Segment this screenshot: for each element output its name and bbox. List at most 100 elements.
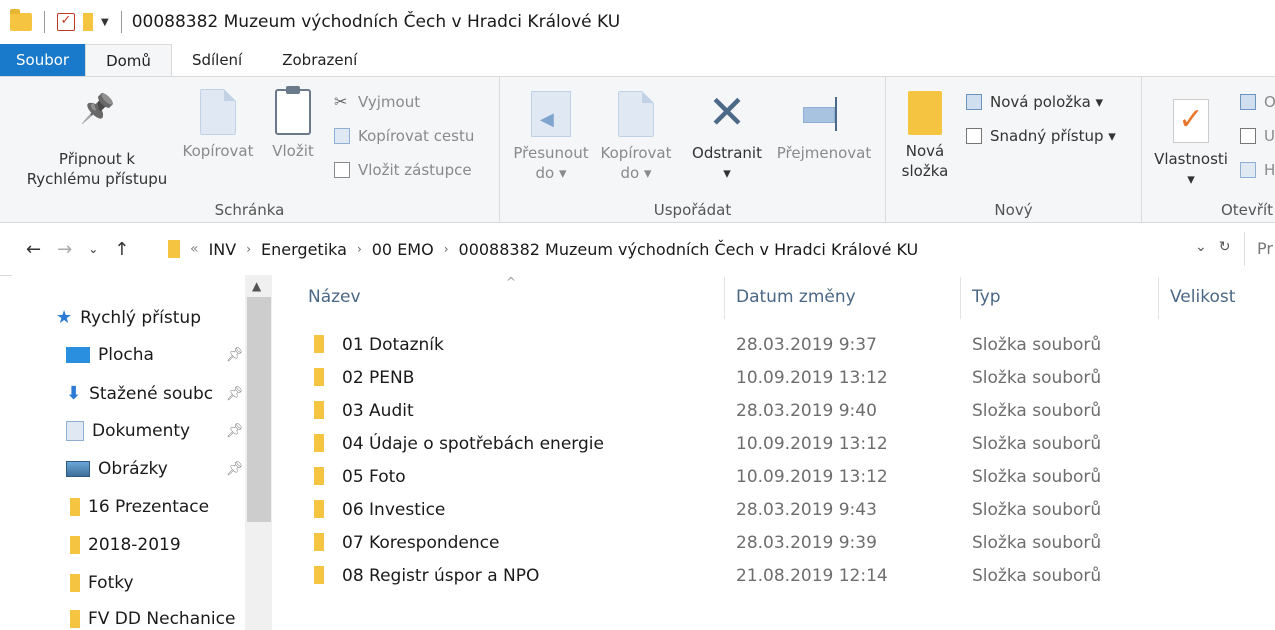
column-divider[interactable] xyxy=(724,277,725,319)
sidebar-item-quick-access[interactable]: ★ Rychlý přístup xyxy=(56,307,201,328)
copy-to-button[interactable]: Kopírovat do ▾ xyxy=(594,91,678,183)
table-row[interactable]: 07 Korespondence 28.03.2019 9:39 Složka … xyxy=(272,526,1275,559)
open-button[interactable]: O xyxy=(1240,93,1275,111)
file-name: 03 Audit xyxy=(342,401,414,421)
breadcrumb-separator-icon[interactable]: › xyxy=(246,242,251,256)
paste-button[interactable]: Vložit xyxy=(266,86,320,161)
folder-icon xyxy=(314,467,324,485)
column-divider[interactable] xyxy=(960,277,961,319)
search-input[interactable]: Pr xyxy=(1244,232,1275,266)
new-item-label: Nová položka ▾ xyxy=(990,93,1104,111)
file-type: Složka souborů xyxy=(972,566,1102,586)
file-date: 10.09.2019 13:12 xyxy=(736,434,888,454)
open-icon xyxy=(1240,94,1256,110)
scroll-up-arrow-icon[interactable]: ▲ xyxy=(252,279,261,293)
breadcrumb-energetika[interactable]: Energetika xyxy=(261,240,347,259)
sidebar-item-downloads[interactable]: ⬇ Stažené soubc 📌︎ xyxy=(66,383,246,404)
column-header-date[interactable]: Datum změny xyxy=(736,287,856,307)
address-dropdown-chevron-icon[interactable]: ⌄ xyxy=(1195,239,1207,255)
sidebar-item-documents[interactable]: Dokumenty 📌︎ xyxy=(66,421,246,441)
table-row[interactable]: 06 Investice 28.03.2019 9:43 Složka soub… xyxy=(272,493,1275,526)
open-label: O xyxy=(1264,93,1275,111)
file-date: 10.09.2019 13:12 xyxy=(736,368,888,388)
table-row[interactable]: 08 Registr úspor a NPO 21.08.2019 12:14 … xyxy=(272,559,1275,592)
delete-x-icon: ✕ xyxy=(707,85,747,139)
pin-icon: 📌︎ xyxy=(226,423,244,439)
open-group-label: Otevřít xyxy=(1220,201,1273,219)
sidebar-item-pictures[interactable]: Obrázky 📌︎ xyxy=(66,459,246,479)
sidebar-item-label: Fotky xyxy=(88,573,134,593)
breadcrumb-emo[interactable]: 00 EMO xyxy=(372,240,434,259)
sidebar-item-label: Obrázky xyxy=(98,459,168,479)
cut-button[interactable]: ✂ Vyjmout xyxy=(334,93,420,111)
table-row[interactable]: 01 Dotazník 28.03.2019 9:37 Složka soubo… xyxy=(272,328,1275,361)
file-date: 28.03.2019 9:40 xyxy=(736,401,877,421)
copy-to-label-2: do ▾ xyxy=(620,164,652,182)
table-row[interactable]: 04 Údaje o spotřebách energie 10.09.2019… xyxy=(272,427,1275,460)
folder-icon xyxy=(10,9,32,31)
new-folder-button[interactable]: Nová složka xyxy=(892,91,958,181)
properties-button[interactable]: ✓ Vlastnosti ▾ xyxy=(1148,99,1234,189)
breadcrumb-overflow-icon[interactable]: « xyxy=(190,241,199,257)
folder-icon xyxy=(314,434,324,452)
history-button[interactable]: H xyxy=(1240,161,1275,179)
divider xyxy=(120,11,122,33)
edit-button[interactable]: U xyxy=(1240,127,1275,145)
pin-icon xyxy=(80,99,114,143)
easy-access-button[interactable]: Snadný přístup ▾ xyxy=(966,127,1116,145)
up-arrow-icon[interactable]: ↑ xyxy=(114,239,129,260)
sidebar-item-desktop[interactable]: Plocha 📌︎ xyxy=(66,345,246,365)
move-to-button[interactable]: Přesunout do ▾ xyxy=(508,91,594,183)
address-field[interactable]: « INV › Energetika › 00 EMO › 00088382 M… xyxy=(168,232,1240,266)
history-label: H xyxy=(1264,161,1275,179)
column-header-size[interactable]: Velikost xyxy=(1170,287,1235,307)
new-item-button[interactable]: Nová položka ▾ xyxy=(966,93,1103,111)
sidebar-item-folder[interactable]: 16 Prezentace xyxy=(70,497,209,517)
tab-home[interactable]: Domů xyxy=(85,44,172,76)
pin-to-quick-access-button[interactable]: Připnout k Rychlému přístupu xyxy=(22,99,172,189)
breadcrumb-current-folder[interactable]: 00088382 Muzeum východních Čech v Hradci… xyxy=(459,240,919,259)
new-folder-label-2: složka xyxy=(901,162,949,180)
sidebar-item-folder[interactable]: 2018-2019 xyxy=(70,535,181,555)
clipboard-group-label: Schránka xyxy=(214,201,285,219)
breadcrumb-inv[interactable]: INV xyxy=(209,240,237,259)
properties-qat-button[interactable]: ✓ xyxy=(57,13,75,31)
table-row[interactable]: 03 Audit 28.03.2019 9:40 Složka souborů xyxy=(272,394,1275,427)
customize-qat-chevron-icon[interactable]: ▼ xyxy=(101,17,109,28)
file-name: 07 Korespondence xyxy=(342,533,500,553)
history-icon xyxy=(1240,162,1256,178)
paste-label: Vložit xyxy=(272,142,314,160)
new-folder-qat-button[interactable] xyxy=(83,13,93,31)
tab-file[interactable]: Soubor xyxy=(0,44,86,76)
sidebar-item-label: 2018-2019 xyxy=(88,535,181,555)
sidebar-item-folder[interactable]: FV DD Nechanice xyxy=(70,609,235,629)
tab-view[interactable]: Zobrazení xyxy=(262,44,377,76)
copy-path-button[interactable]: Kopírovat cestu xyxy=(334,127,474,145)
table-row[interactable]: 02 PENB 10.09.2019 13:12 Složka souborů xyxy=(272,361,1275,394)
forward-arrow-icon[interactable]: → xyxy=(57,239,72,260)
sidebar-item-folder[interactable]: Fotky xyxy=(70,573,134,593)
copy-button[interactable]: Kopírovat xyxy=(176,89,260,161)
back-arrow-icon[interactable]: ← xyxy=(26,239,41,260)
recent-locations-chevron-icon[interactable]: ⌄ xyxy=(88,242,98,256)
properties-label: Vlastnosti xyxy=(1154,150,1228,168)
table-row[interactable]: 05 Foto 10.09.2019 13:12 Složka souborů xyxy=(272,460,1275,493)
folder-icon xyxy=(168,240,180,258)
rename-button[interactable]: Přejmenovat xyxy=(770,91,878,163)
delete-button[interactable]: ✕ Odstranit ▾ xyxy=(684,85,770,183)
tab-share[interactable]: Sdílení xyxy=(172,44,262,76)
column-header-name[interactable]: Název xyxy=(308,287,361,307)
column-header-type[interactable]: Typ xyxy=(972,287,1001,307)
pin-icon: 📌︎ xyxy=(226,461,244,477)
sidebar-item-label: 16 Prezentace xyxy=(88,497,210,517)
column-divider[interactable] xyxy=(1158,277,1159,319)
refresh-icon[interactable]: ↻ xyxy=(1219,239,1231,255)
ribbon: Připnout k Rychlému přístupu Kopírovat V… xyxy=(0,76,1275,223)
move-label-2: do ▾ xyxy=(535,164,567,182)
paste-shortcut-button[interactable]: Vložit zástupce xyxy=(334,161,472,179)
breadcrumb-separator-icon[interactable]: › xyxy=(444,242,449,256)
breadcrumb-separator-icon[interactable]: › xyxy=(357,242,362,256)
copy-icon xyxy=(200,89,236,135)
navigation-scroll-thumb[interactable] xyxy=(247,297,271,522)
star-icon: ★ xyxy=(56,307,73,328)
